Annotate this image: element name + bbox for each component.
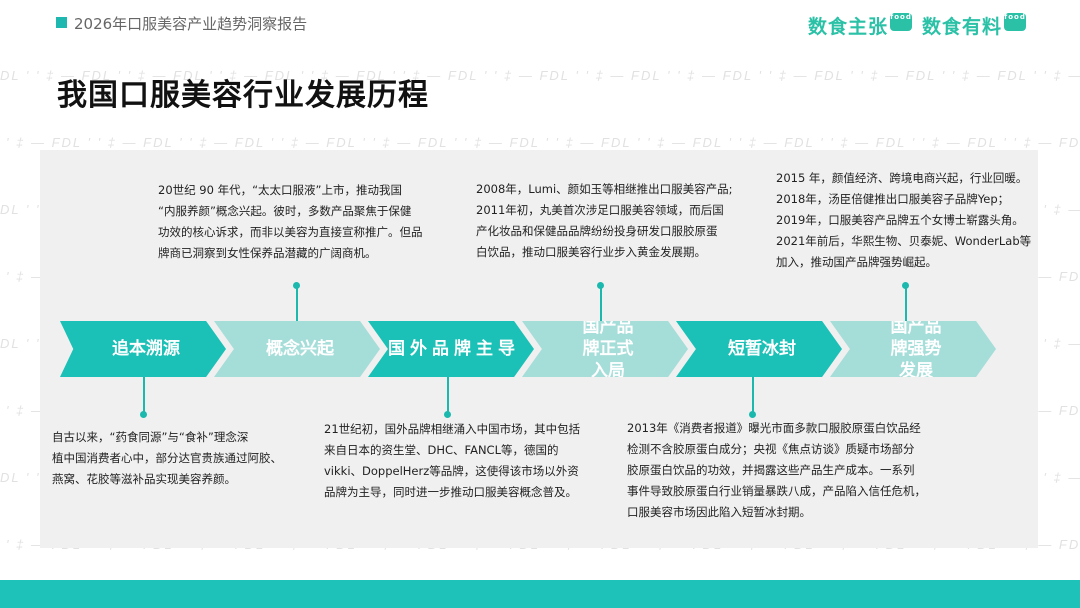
connector-stage2: [296, 287, 298, 321]
stage-2-description: 20世纪 90 年代，“太太口服液”上市，推动我国 “内服养颜”概念兴起。彼时，…: [158, 180, 423, 264]
stage-6-label: 国产品牌强势发展: [890, 317, 942, 381]
watermark-row: FDL ' ' ‡ — FDL ' ' ‡ — FDL ' ' ‡ — FDL …: [0, 135, 1080, 150]
stage-1-description: 自古以来，“药食同源”与“食补”理念深 植中国消费者心中，部分达官贵族通过阿胶、…: [52, 427, 282, 490]
desc-line: 白饮品，推动口服美容行业步入黄金发展期。: [476, 245, 706, 259]
desc-line: 产化妆品和保健品品牌纷纷投身研发口服胶原蛋: [476, 224, 718, 238]
desc-line: 口服美容市场因此陷入短暂冰封期。: [627, 505, 811, 519]
desc-line: 2011年初，丸美首次涉足口服美容领域，而后国: [476, 203, 724, 217]
connector-dot-stage5: [749, 411, 756, 418]
stage-4-label: 国产品牌正式入局: [582, 317, 634, 381]
stage-1-label: 追本溯源: [112, 339, 180, 359]
stage-5-arrow: 短暂冰封: [676, 321, 842, 377]
desc-line: 事件导致胶原蛋白行业销量暴跌八成，产品陷入信任危机，: [627, 484, 926, 498]
connector-dot-stage6: [902, 282, 909, 289]
brand-name-1: 数食主张: [808, 16, 889, 38]
connector-stage3: [447, 377, 449, 413]
desc-line: 2018年，汤臣倍健推出口服美容子品牌Yep；: [776, 192, 1010, 206]
stage-6-description: 2015 年，颜值经济、跨境电商兴起，行业回暖。 2018年，汤臣倍健推出口服美…: [776, 168, 1031, 273]
stage-2-arrow: 概念兴起: [214, 321, 380, 377]
connector-stage6: [905, 287, 907, 321]
brand-name-2: 数食有料: [922, 16, 1003, 38]
brand-logo-2: 数食有料 food: [922, 12, 1027, 39]
desc-line: 2008年，Lumi、颜如玉等相继推出口服美容产品;: [476, 182, 733, 196]
connector-stage4: [600, 287, 602, 321]
desc-line: 燕窝、花胶等滋补品实现美容养颜。: [52, 472, 236, 486]
desc-line: 2021年前后，华熙生物、贝泰妮、WonderLab等: [776, 234, 1032, 248]
brand-logo-1: 数食主张 food: [808, 12, 913, 39]
footer-bar: [0, 580, 1080, 608]
desc-line: 2019年，口服美容产品牌五个女博士崭露头角。: [776, 213, 1024, 227]
brand-badge-2: food: [1004, 13, 1027, 31]
desc-line: 来自日本的资生堂、DHC、FANCL等，德国的: [324, 443, 559, 457]
connector-stage5: [752, 377, 754, 413]
stage-5-label: 短暂冰封: [728, 339, 796, 359]
connector-dot-stage2: [293, 282, 300, 289]
header: 2026年口服美容产业趋势洞察报告 数食主张 food 数食有料 food: [0, 0, 1080, 48]
connector-dot-stage1: [140, 411, 147, 418]
desc-line: 2015 年，颜值经济、跨境电商兴起，行业回暖。: [776, 171, 1028, 185]
stage-4-description: 2008年，Lumi、颜如玉等相继推出口服美容产品; 2011年初，丸美首次涉足…: [476, 179, 733, 263]
desc-line: 品牌为主导，同时进一步推动口服美容概念普及。: [324, 485, 577, 499]
connector-stage1: [143, 377, 145, 413]
desc-line: “内服养颜”概念兴起。彼时，多数产品聚焦于保健: [158, 204, 412, 218]
desc-line: 检测不含胶原蛋白成分；央视《焦点访谈》质疑市场部分: [627, 442, 915, 456]
connector-dot-stage3: [444, 411, 451, 418]
stage-1-arrow: 追本溯源: [60, 321, 226, 377]
desc-line: 21世纪初，国外品牌相继涌入中国市场，其中包括: [324, 422, 581, 436]
desc-line: 植中国消费者心中，部分达官贵族通过阿胶、: [52, 451, 282, 465]
connector-dot-stage4: [597, 282, 604, 289]
header-accent-square: [56, 17, 67, 28]
desc-line: 功效的核心诉求，而非以美容为直接宣称推广。但品: [158, 225, 423, 239]
desc-line: 加入，推动国产品牌强势崛起。: [776, 255, 937, 269]
timeline-arrows: 追本溯源 概念兴起 国外品牌主导 国产品牌正式入局 短暂冰封 国产品牌强势发展: [60, 321, 1000, 377]
stage-6-arrow: 国产品牌强势发展: [830, 321, 996, 377]
stage-3-arrow: 国外品牌主导: [368, 321, 534, 377]
stage-3-description: 21世纪初，国外品牌相继涌入中国市场，其中包括 来自日本的资生堂、DHC、FAN…: [324, 419, 580, 503]
page-title: 我国口服美容行业发展历程: [57, 78, 429, 113]
report-title: 2026年口服美容产业趋势洞察报告: [74, 15, 308, 33]
desc-line: 20世纪 90 年代，“太太口服液”上市，推动我国: [158, 183, 402, 197]
brand-badge-1: food: [890, 13, 913, 31]
desc-line: vikki、DoppelHerz等品牌，这使得该市场以外资: [324, 464, 579, 478]
stage-3-label: 国外品牌主导: [388, 339, 520, 359]
desc-line: 胶原蛋白饮品的功效，并揭露这些产品生产成本。一系列: [627, 463, 915, 477]
desc-line: 2013年《消费者报道》曝光市面多款口服胶原蛋白饮品经: [627, 421, 921, 435]
stage-2-label: 概念兴起: [266, 339, 334, 359]
stage-5-description: 2013年《消费者报道》曝光市面多款口服胶原蛋白饮品经 检测不含胶原蛋白成分；央…: [627, 418, 926, 523]
desc-line: 牌商已洞察到女性保养品潜藏的广阔商机。: [158, 246, 377, 260]
desc-line: 自古以来，“药食同源”与“食补”理念深: [52, 430, 249, 444]
stage-4-arrow: 国产品牌正式入局: [522, 321, 688, 377]
